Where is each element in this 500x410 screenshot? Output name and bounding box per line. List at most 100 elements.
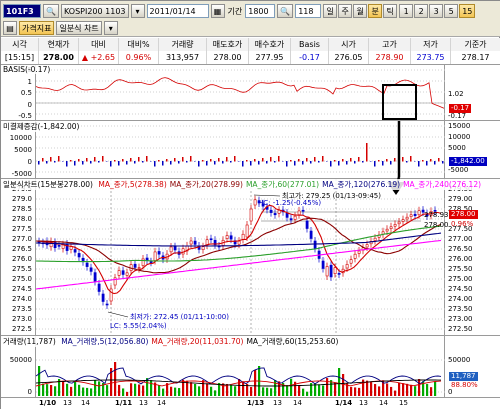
oi-bar — [82, 161, 84, 165]
toolbar-row-2: ▤ 가격지표 일분식 차트 ▾ — [3, 20, 118, 36]
quote-value-cell: 278.00 — [207, 51, 249, 64]
code-field[interactable]: 101F3 — [3, 4, 41, 18]
index-time: 1103 — [105, 6, 126, 16]
oi-title-text: 미결제증감(-1,842.00) — [3, 122, 80, 131]
unit-button[interactable]: 월 — [353, 4, 368, 18]
interval-number-button[interactable]: 5 — [444, 4, 459, 18]
quote-header-cell: 현재가 — [39, 38, 79, 51]
oi-bar — [342, 159, 344, 162]
ma-legend-item: MA_종가,240(276.12) — [403, 180, 482, 189]
volume-bar — [210, 386, 213, 396]
volume-bar — [86, 387, 89, 396]
oi-bar — [238, 161, 240, 162]
candle-body — [241, 233, 245, 240]
mode-dropdown[interactable]: ▾ — [103, 21, 118, 35]
unit-button[interactable]: 분 — [368, 4, 383, 18]
oi-bar — [418, 161, 420, 167]
volume-bar — [74, 381, 77, 396]
mode-price-indicator[interactable]: 가격지표 — [19, 21, 55, 35]
settings-button[interactable]: ▤ — [3, 21, 17, 35]
price-title: 일분식차트(15분봉278.00) MA_종가,5(278.38) MA_종가,2… — [3, 179, 482, 190]
oi-bar — [170, 161, 172, 165]
oi-bar — [390, 161, 392, 165]
volume-ma-legend-item: MA_거래량,20(11,031.70) — [151, 337, 244, 346]
volume-bar — [114, 362, 117, 396]
oi-bar — [162, 161, 164, 166]
volume-bar — [198, 386, 201, 396]
candle-body — [193, 240, 197, 245]
price-right-axis: 279.50279.00278.50277.50277.00276.50276.… — [445, 179, 500, 336]
y-tick-label: 279.00 — [448, 195, 473, 203]
candle-body — [153, 251, 157, 261]
oi-bar — [378, 160, 380, 162]
y-tick-label: 274.00 — [448, 295, 473, 303]
oi-current-tag: -1,842.00 — [449, 157, 487, 166]
candle-body — [249, 208, 253, 222]
unit-button[interactable]: 주 — [338, 4, 353, 18]
interval-field[interactable]: 118 — [295, 4, 322, 18]
oi-bar — [174, 158, 176, 162]
dropdown-button[interactable]: ▾ — [130, 4, 145, 18]
candle-body — [385, 228, 389, 232]
unit-button[interactable]: 틱 — [383, 4, 398, 18]
volume-bar — [126, 391, 129, 396]
oi-bar — [166, 159, 168, 162]
volume-bar — [134, 383, 137, 396]
oi-bar — [94, 157, 96, 162]
price-plot[interactable]: 최고가: 279.25 (01/13-09:45) HC: -1.25(-0.4… — [35, 179, 449, 336]
period-field[interactable]: 1800 — [245, 4, 276, 18]
oi-bar — [382, 161, 384, 166]
candle-body — [357, 250, 361, 254]
candle-body — [77, 253, 81, 258]
volume-title: 거래량(11,787) MA_거래량,5(12,056.80) MA_거래량,20… — [3, 336, 339, 347]
interval-number-button[interactable]: 1 — [399, 4, 414, 18]
index-select[interactable]: KOSPI200 1103 — [60, 4, 129, 18]
oi-bar — [362, 161, 364, 163]
calendar-button[interactable]: ▦ — [210, 4, 225, 18]
search-icon: 🔍 — [280, 6, 291, 16]
toolbar-row-1: 101F3 🔍 KOSPI200 1103 ▾ 2011/01/14 ▦ 기간 … — [3, 3, 476, 19]
volume-bar — [406, 383, 409, 396]
unit-button[interactable]: 일 — [323, 4, 338, 18]
search-button[interactable]: 🔍 — [43, 4, 59, 18]
interval-number-button[interactable]: 2 — [414, 4, 429, 18]
oi-bar — [346, 161, 348, 165]
oi-plot[interactable] — [35, 121, 446, 179]
y-tick-label: 276.0 — [11, 255, 32, 263]
interval-number-button[interactable]: 3 — [429, 4, 444, 18]
volume-bar — [254, 370, 257, 396]
volume-bar — [390, 386, 393, 396]
mode-chart-type[interactable]: 일분식 차트 — [56, 21, 102, 35]
oi-bar — [326, 161, 328, 162]
candle-body — [57, 245, 61, 247]
oi-bar — [434, 161, 436, 165]
candle-body — [169, 246, 173, 253]
volume-bar — [266, 387, 269, 396]
candle-body — [101, 293, 105, 302]
candle-body — [417, 210, 421, 216]
oi-bar — [430, 159, 432, 162]
candle-body — [309, 230, 313, 239]
candle-body — [365, 244, 369, 248]
x-tick-label: 1/14 — [335, 399, 353, 407]
x-tick-label: 13 — [139, 399, 148, 407]
y-tick-label: -5000 — [448, 166, 469, 174]
y-tick-label: -5000 — [11, 170, 32, 178]
quote-value-cell: 278.17 — [451, 51, 500, 64]
volume-bar — [206, 383, 209, 396]
date-field[interactable]: 2011/01/14 — [146, 4, 209, 18]
candle-body — [345, 264, 349, 269]
x-tick-label: 15 — [399, 399, 408, 407]
oi-bar — [426, 161, 428, 166]
oi-bar — [422, 160, 424, 162]
interval-number-button[interactable]: 15 — [459, 4, 476, 18]
quote-table: 시각 현재가 대비 대비% 거래량 매도호가 매수호가 Basis 시가 고가 저가 기준가 [15:… — [1, 38, 500, 64]
period-value: 1800 — [248, 6, 269, 16]
quote-value-cell: ▲ +2.65 — [79, 51, 119, 64]
candle-body — [397, 221, 401, 225]
x-tick-label: 13 — [63, 399, 72, 407]
oi-bar — [370, 161, 372, 162]
period-search-button[interactable]: 🔍 — [277, 4, 294, 18]
oi-bar — [402, 157, 404, 162]
number-button-group: 1 2 3 5 15 — [399, 4, 476, 18]
